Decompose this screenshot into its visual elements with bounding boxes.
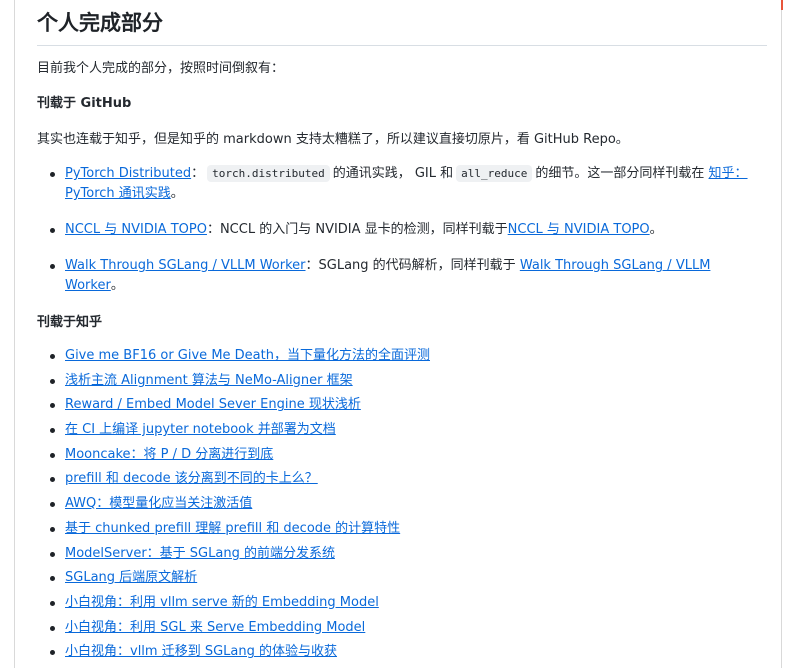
nccl-topo-link[interactable]: NCCL 与 NVIDIA TOPO — [65, 222, 207, 237]
list-item: prefill 和 decode 该分离到不同的卡上么？ — [37, 469, 430, 494]
list-item-text: 。 — [110, 278, 124, 293]
zhihu-article-link[interactable]: Give me BF16 or Give Me Death，当下量化方法的全面评… — [65, 348, 430, 363]
zhihu-article-link[interactable]: 小白视角：利用 vllm serve 新的 Embedding Model — [65, 595, 379, 610]
inline-code: torch.distributed — [207, 165, 330, 182]
section-title-zhihu: 刊载于知乎 — [37, 315, 103, 330]
section-title-github: 刊载于 GitHub — [37, 96, 132, 111]
zhihu-article-link[interactable]: 在 CI 上编译 jupyter notebook 并部署为文档 — [65, 422, 336, 437]
pytorch-distributed-link[interactable]: PyTorch Distributed — [65, 166, 191, 181]
zhihu-article-link[interactable]: 基于 chunked prefill 理解 prefill 和 decode 的… — [65, 521, 400, 536]
list-item: 小白视角：利用 SGL 来 Serve Embedding Model — [37, 618, 430, 643]
sglang-worker-link[interactable]: Walk Through SGLang / VLLM Worker — [65, 258, 306, 273]
list-item: NCCL 与 NVIDIA TOPO：NCCL 的入门与 NVIDIA 显卡的检… — [37, 220, 767, 240]
list-item-text: ：NCCL 的入门与 NVIDIA 显卡的检测，同样刊载于 — [206, 222, 508, 237]
github-list: PyTorch Distributed： torch.distributed 的通讯… — [37, 164, 767, 296]
article-content: 个人完成部分 目前我个人完成的部分，按照时间倒叙有： 刊载于 GitHub 其实… — [37, 0, 767, 659]
zhihu-article-link[interactable]: ModelServer：基于 SGLang 的前端分发系统 — [65, 546, 335, 561]
zhihu-list: Give me BF16 or Give Me Death，当下量化方法的全面评… — [37, 346, 430, 667]
list-item: PyTorch Distributed： torch.distributed 的通讯… — [37, 164, 767, 204]
list-item: 基于 chunked prefill 理解 prefill 和 decode 的… — [37, 519, 430, 544]
list-item: 在 CI 上编译 jupyter notebook 并部署为文档 — [37, 420, 430, 445]
zhihu-article-link[interactable]: 浅析主流 Alignment 算法与 NeMo-Aligner 框架 — [65, 373, 353, 388]
zhihu-article-link[interactable]: SGLang 后端原文解析 — [65, 570, 197, 585]
github-description: 其实也连载于知乎，但是知乎的 markdown 支持太糟糕了，所以建议直接切原片… — [37, 132, 629, 147]
nccl-topo-zhihu-link[interactable]: NCCL 与 NVIDIA TOPO — [508, 222, 650, 237]
list-item-text: 。 — [649, 222, 663, 237]
list-item: 小白视角：利用 vllm serve 新的 Embedding Model — [37, 593, 430, 618]
intro-text: 目前我个人完成的部分，按照时间倒叙有： — [37, 61, 285, 76]
list-item: Give me BF16 or Give Me Death，当下量化方法的全面评… — [37, 346, 430, 371]
zhihu-article-link[interactable]: Reward / Embed Model Sever Engine 现状浅析 — [65, 397, 361, 412]
zhihu-article-link[interactable]: Mooncake：将 P / D 分离进行到底 — [65, 447, 273, 462]
list-item-text: 的细节。这一部分同样刊载在 — [535, 166, 705, 181]
zhihu-article-link[interactable]: 小白视角：利用 SGL 来 Serve Embedding Model — [65, 620, 365, 635]
scroll-marker — [781, 0, 783, 10]
zhihu-article-link[interactable]: AWQ：模型量化应当关注激活值 — [65, 496, 252, 511]
list-item: ModelServer：基于 SGLang 的前端分发系统 — [37, 544, 430, 569]
list-item-text: 。 — [170, 186, 184, 201]
right-border — [781, 0, 782, 668]
list-item-text: ： — [191, 166, 205, 181]
list-item: SGLang 后端原文解析 — [37, 568, 430, 593]
list-item: 小白视角：vllm 迁移到 SGLang 的体验与收获 — [37, 642, 430, 667]
list-item: Walk Through SGLang / VLLM Worker：SGLang… — [37, 256, 767, 296]
inline-code: all_reduce — [456, 165, 533, 182]
list-item: AWQ：模型量化应当关注激活值 — [37, 494, 430, 519]
list-item: Reward / Embed Model Sever Engine 现状浅析 — [37, 395, 430, 420]
page-title: 个人完成部分 — [37, 0, 767, 46]
zhihu-article-link[interactable]: prefill 和 decode 该分离到不同的卡上么？ — [65, 471, 318, 486]
zhihu-article-link[interactable]: 小白视角：vllm 迁移到 SGLang 的体验与收获 — [65, 644, 337, 659]
list-item-text: 的通讯实践， GIL 和 — [332, 166, 454, 181]
list-item-text: ：SGLang 的代码解析，同样刊载于 — [305, 258, 516, 273]
left-border — [14, 0, 15, 668]
list-item: Mooncake：将 P / D 分离进行到底 — [37, 445, 430, 470]
list-item: 浅析主流 Alignment 算法与 NeMo-Aligner 框架 — [37, 371, 430, 396]
